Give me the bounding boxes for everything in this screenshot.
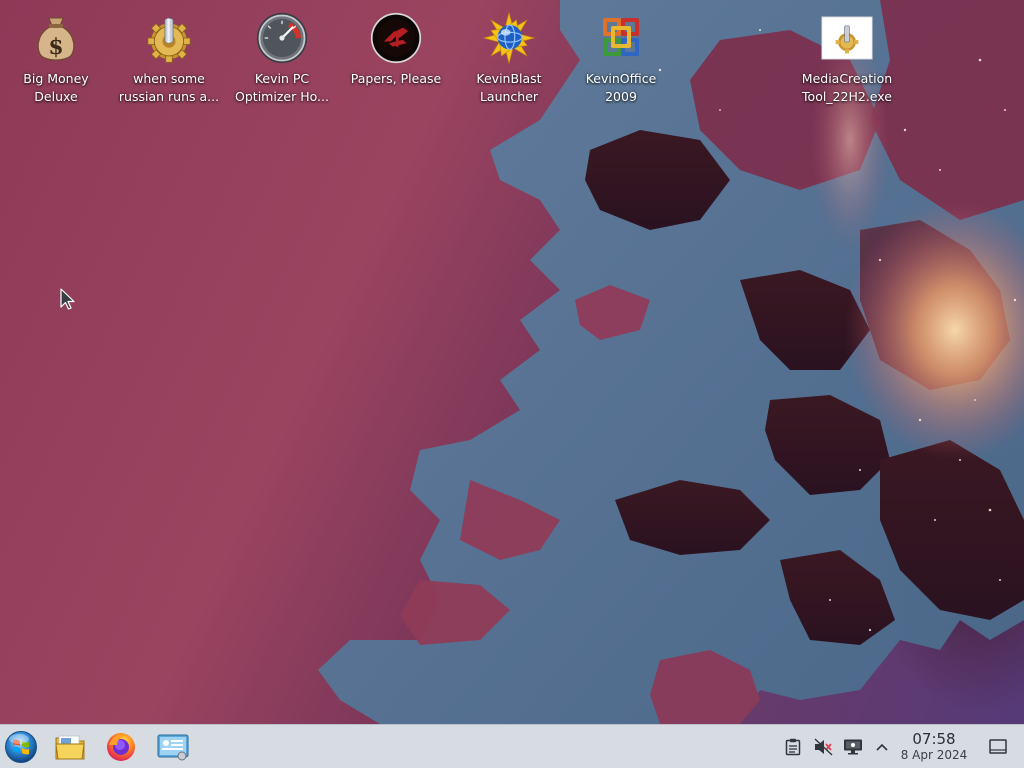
speedometer-icon	[256, 12, 308, 64]
desktop-icon-kevinblast-launcher[interactable]: KevinBlast Launcher	[455, 11, 563, 106]
desktop-icon-label: Papers, Please	[350, 71, 442, 86]
taskbar: 07:58 8 Apr 2024	[0, 724, 1024, 768]
settings-panel-icon	[157, 734, 189, 761]
chevron-up-icon	[876, 743, 888, 751]
desktop-icon-label: Kevin PC Optimizer Ho...	[235, 71, 329, 104]
gear-icon	[143, 12, 195, 64]
clock-date: 8 Apr 2024	[900, 748, 968, 762]
tray-volume-button[interactable]	[813, 737, 833, 757]
money-bag-icon: $	[30, 12, 82, 64]
clock-time: 07:58	[912, 730, 956, 748]
show-desktop-button[interactable]	[987, 736, 1009, 758]
taskbar-system-settings-button[interactable]	[156, 730, 190, 764]
desktop-icon-mediacreationtool[interactable]: MediaCreation Tool_22H2.exe	[793, 12, 901, 106]
show-desktop-icon	[989, 739, 1007, 754]
papers-please-icon	[370, 12, 422, 64]
desktop-icon-label: Big Money Deluxe	[23, 71, 89, 104]
svg-text:$: $	[48, 34, 63, 60]
tray-display-button[interactable]	[843, 737, 863, 757]
desktop-icon-label: MediaCreation Tool_22H2.exe	[801, 71, 893, 104]
installer-icon	[821, 12, 873, 64]
office-logo-icon	[595, 12, 647, 64]
digital-clock[interactable]: 07:58 8 Apr 2024	[896, 731, 972, 763]
nebula-glow	[609, 19, 1024, 632]
mouse-cursor-icon	[60, 288, 75, 310]
taskbar-file-manager-button[interactable]	[53, 730, 87, 764]
desktop-icon-label: KevinBlast Launcher	[476, 71, 542, 104]
start-button[interactable]	[4, 730, 38, 764]
starburst-globe-icon	[483, 11, 535, 65]
tray-expand-button[interactable]	[872, 737, 892, 757]
desktop-icon-big-money-deluxe[interactable]: $ Big Money Deluxe	[2, 12, 110, 106]
desktop[interactable]: $ Big Money Deluxe when some russian run…	[0, 0, 1024, 724]
speaker-muted-icon	[814, 738, 833, 756]
desktop-icon-kevinoffice-2009[interactable]: KevinOffice 2009	[567, 12, 675, 106]
tray-clipboard-button[interactable]	[783, 737, 803, 757]
firefox-icon	[107, 733, 135, 761]
desktop-icon-papers-please[interactable]: Papers, Please	[342, 12, 450, 88]
desktop-icon-when-some-russian[interactable]: when some russian runs a...	[115, 12, 223, 106]
desktop-icon-kevin-pc-optimizer[interactable]: Kevin PC Optimizer Ho...	[228, 12, 336, 106]
taskbar-firefox-button[interactable]	[104, 730, 138, 764]
desktop-icon-label: KevinOffice 2009	[585, 71, 657, 104]
windows-orb-icon	[5, 731, 37, 763]
monitor-icon	[844, 739, 862, 755]
clipboard-icon	[785, 738, 801, 756]
folder-icon	[55, 735, 85, 760]
desktop-icon-label: when some russian runs a...	[118, 71, 220, 104]
